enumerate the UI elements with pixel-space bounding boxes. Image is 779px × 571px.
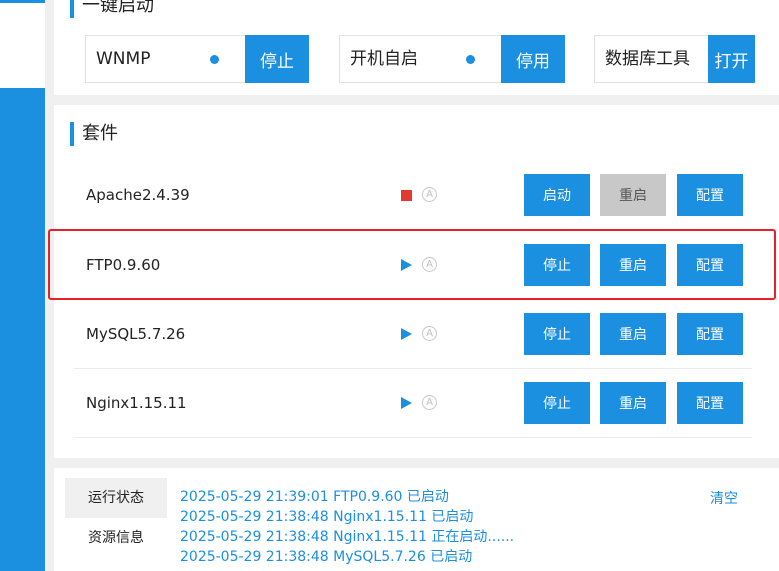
quick-start-title: 一键启动 [70,0,154,18]
quick-start-card: 一键启动 WNMP 停止 开机自启 停用 数据库工具 打开 [54,0,779,95]
sidebar-active-item[interactable] [0,0,45,88]
quick-item-db-tool: 数据库工具 打开 [594,35,755,83]
log-line: 2025-05-29 21:39:01 FTP0.9.60 已启动 [180,489,449,505]
log-line: 2025-05-29 21:38:48 MySQL5.7.26 已启动 [180,549,473,565]
suite-row-ftp: FTP0.9.60 A 停止 重启 配置 [74,231,752,300]
log-tabs: 运行状态 资源信息 [65,478,167,571]
autostart-icon: A [422,257,437,272]
mysql-restart-button[interactable]: 重启 [600,313,666,355]
autostart-icon: A [422,395,437,410]
service-name: MySQL5.7.26 [86,325,186,343]
ftp-config-button[interactable]: 配置 [677,244,743,286]
status-dot-icon [466,54,475,64]
suite-card: 套件 Apache2.4.39 A 启动 重启 配置 FTP0.9.60 A 停… [54,105,779,458]
running-icon [401,259,413,271]
stopped-icon [401,189,413,201]
service-name: FTP0.9.60 [86,256,161,274]
quick-item-label: 数据库工具 [605,49,690,69]
quick-item-label: WNMP [96,49,151,69]
autostart-icon: A [422,326,437,341]
quick-item-autostart: 开机自启 停用 [339,35,565,83]
autostart-icon: A [422,187,437,202]
service-name: Apache2.4.39 [86,186,190,204]
nginx-stop-button[interactable]: 停止 [524,382,590,424]
apache-restart-button[interactable]: 重启 [600,174,666,216]
apache-config-button[interactable]: 配置 [677,174,743,216]
ftp-stop-button[interactable]: 停止 [524,244,590,286]
log-line: 2025-05-29 21:38:48 Nginx1.15.11 正在启动...… [180,529,515,545]
db-tool-open-button[interactable]: 打开 [708,35,755,83]
suite-row-apache: Apache2.4.39 A 启动 重启 配置 [74,161,752,230]
service-name: Nginx1.15.11 [86,394,187,412]
tab-resource-info[interactable]: 资源信息 [65,518,167,558]
nginx-config-button[interactable]: 配置 [677,382,743,424]
tab-run-status[interactable]: 运行状态 [65,478,167,518]
wnmp-stop-button[interactable]: 停止 [245,35,309,83]
log-card: 运行状态 资源信息 2025-05-29 21:39:01 FTP0.9.60 … [54,468,779,571]
apache-start-button[interactable]: 启动 [524,174,590,216]
running-icon [401,328,413,340]
suite-row-nginx: Nginx1.15.11 A 停止 重启 配置 [74,369,752,438]
quick-item-wnmp: WNMP 停止 [85,35,309,83]
status-dot-icon [210,54,219,64]
log-line: 2025-05-29 21:38:48 Nginx1.15.11 已启动 [180,509,474,525]
clear-log-button[interactable]: 清空 [710,488,738,508]
mysql-stop-button[interactable]: 停止 [524,313,590,355]
autostart-disable-button[interactable]: 停用 [501,35,565,83]
quick-item-label: 开机自启 [350,49,418,69]
mysql-config-button[interactable]: 配置 [677,313,743,355]
suite-title: 套件 [70,122,118,146]
nginx-restart-button[interactable]: 重启 [600,382,666,424]
log-lines: 2025-05-29 21:39:01 FTP0.9.60 已启动 2025-0… [180,487,514,567]
running-icon [401,397,413,409]
suite-row-mysql: MySQL5.7.26 A 停止 重启 配置 [74,300,752,369]
sidebar-active-accent [0,0,45,3]
ftp-restart-button[interactable]: 重启 [600,244,666,286]
